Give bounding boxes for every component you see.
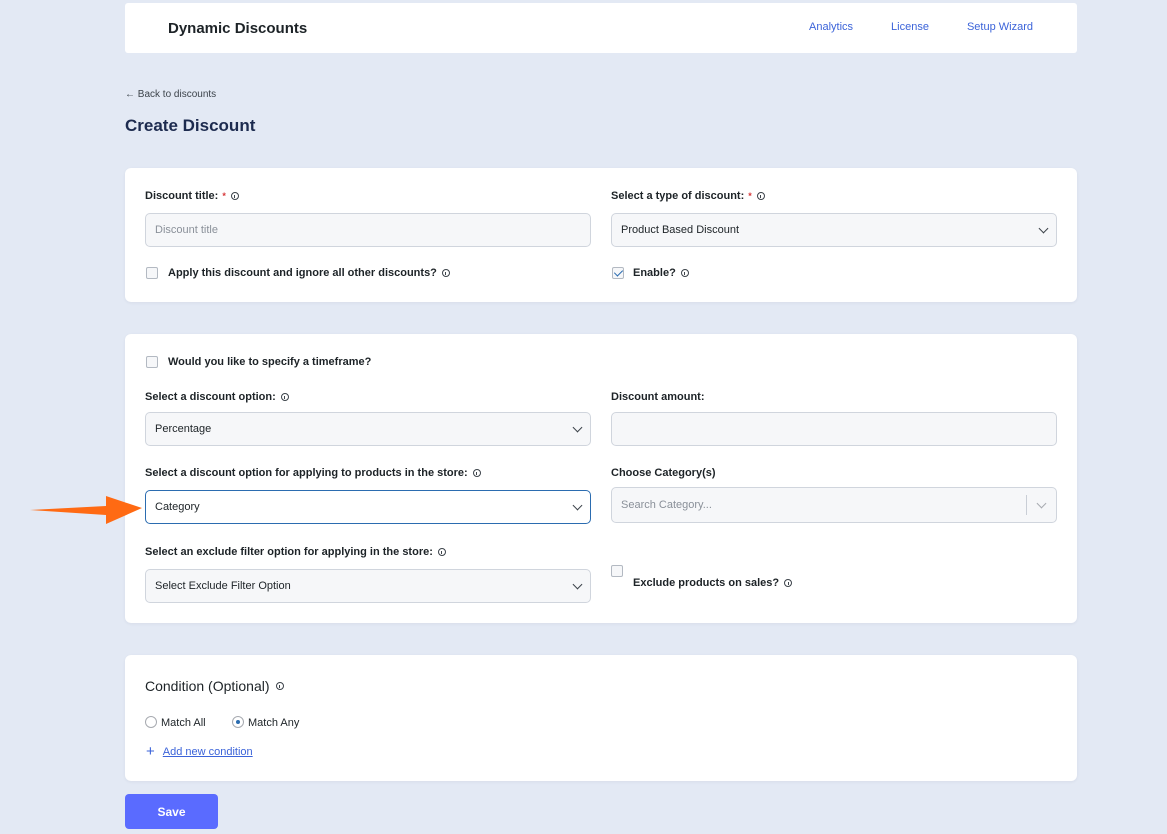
required-mark: * (748, 191, 752, 201)
enable-label: Enable? (633, 267, 689, 279)
save-button[interactable]: Save (125, 794, 218, 829)
chevron-down-icon (1036, 498, 1047, 509)
chevron-down-icon (1038, 223, 1049, 234)
exclude-sales-checkbox[interactable] (611, 565, 623, 577)
match-all-label: Match All (161, 717, 206, 729)
info-icon[interactable] (280, 393, 289, 401)
discount-amount-label: Discount amount: (611, 391, 705, 403)
info-icon[interactable] (756, 192, 765, 200)
info-icon[interactable] (472, 469, 481, 477)
page-title: Create Discount (125, 116, 256, 135)
general-settings-card: Discount title: * Discount title Select … (125, 168, 1077, 302)
nav-license-link[interactable]: License (891, 21, 929, 33)
ignore-other-discounts-checkbox[interactable] (146, 267, 158, 279)
annotation-arrow-icon (30, 496, 142, 524)
back-to-discounts-link[interactable]: ← Back to discounts (125, 89, 216, 100)
enable-checkbox[interactable] (612, 267, 624, 279)
discount-title-label: Discount title: * (145, 190, 239, 202)
info-icon[interactable] (437, 548, 446, 556)
annotation-arrow-shape (30, 496, 142, 524)
apply-option-label: Select a discount option for applying to… (145, 467, 481, 479)
info-icon[interactable] (441, 269, 450, 277)
exclude-sales-label: Exclude products on sales? (633, 577, 793, 589)
nav-analytics-link[interactable]: Analytics (809, 21, 853, 33)
match-all-radio[interactable] (145, 716, 157, 728)
add-new-condition-label: Add new condition (162, 745, 253, 758)
exclude-filter-label: Select an exclude filter option for appl… (145, 546, 446, 558)
plus-icon: + (146, 743, 155, 760)
chevron-down-icon (572, 500, 583, 511)
exclude-filter-select[interactable]: Select Exclude Filter Option (145, 569, 591, 603)
timeframe-label: Would you like to specify a timeframe? (168, 356, 372, 368)
info-icon[interactable] (784, 579, 793, 587)
top-nav: Analytics License Setup Wizard (809, 21, 1033, 33)
condition-card: Condition (Optional) Match All Match Any… (125, 655, 1077, 781)
add-new-condition-button[interactable]: + Add new condition (146, 744, 253, 759)
chevron-down-icon (572, 422, 583, 433)
match-any-radio[interactable] (232, 716, 244, 728)
apply-option-select[interactable]: Category (145, 490, 591, 524)
ignore-other-discounts-label: Apply this discount and ignore all other… (168, 267, 450, 279)
discount-title-input[interactable]: Discount title (145, 213, 591, 247)
top-bar: Dynamic Discounts Analytics License Setu… (125, 3, 1077, 53)
discount-type-select[interactable]: Product Based Discount (611, 213, 1057, 247)
discount-amount-input[interactable] (611, 412, 1057, 446)
required-mark: * (222, 191, 226, 201)
discount-option-select[interactable]: Percentage (145, 412, 591, 446)
discount-rules-card: Would you like to specify a timeframe? S… (125, 334, 1077, 623)
match-any-label: Match Any (248, 717, 300, 729)
info-icon[interactable] (275, 682, 284, 690)
condition-title: Condition (Optional) (145, 678, 284, 694)
choose-category-label: Choose Category(s) (611, 467, 716, 479)
nav-setup-wizard-link[interactable]: Setup Wizard (967, 21, 1033, 33)
select-separator (1026, 495, 1027, 515)
info-icon[interactable] (680, 269, 689, 277)
category-search-select[interactable]: Search Category... (611, 487, 1057, 523)
discount-option-label: Select a discount option: (145, 391, 289, 403)
timeframe-checkbox[interactable] (146, 356, 158, 368)
brand-title: Dynamic Discounts (168, 19, 308, 37)
discount-type-label: Select a type of discount: * (611, 190, 765, 202)
info-icon[interactable] (230, 192, 239, 200)
chevron-down-icon (572, 579, 583, 590)
